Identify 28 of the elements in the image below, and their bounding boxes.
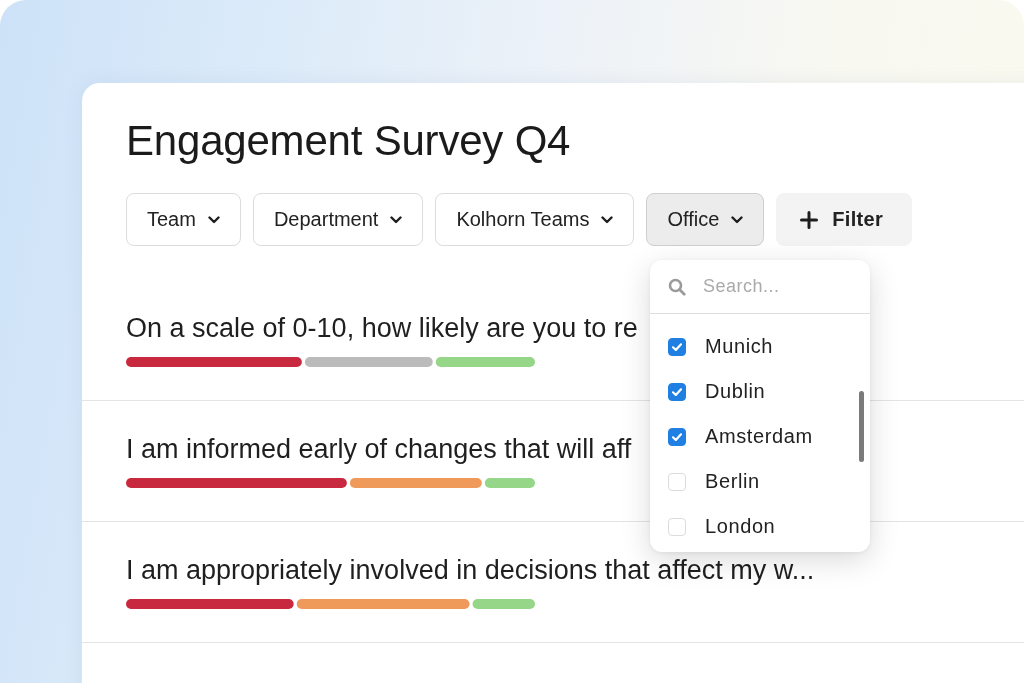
page-title: Engagement Survey Q4 bbox=[126, 117, 571, 165]
search-field[interactable]: Search... bbox=[703, 276, 843, 297]
filter-dropdown-button[interactable]: Kolhorn Teams bbox=[435, 193, 635, 246]
checkbox[interactable] bbox=[668, 382, 686, 401]
office-option[interactable]: Munich bbox=[650, 324, 870, 369]
checkbox[interactable] bbox=[668, 427, 686, 446]
checkmark-icon bbox=[672, 342, 682, 351]
question-text: On a scale of 0-10, how likely are you to re bbox=[126, 313, 638, 343]
chevron-down-icon bbox=[207, 215, 220, 224]
add-filter-button[interactable]: Filter bbox=[776, 193, 913, 246]
chevron-down-icon bbox=[390, 215, 403, 224]
office-option[interactable]: Amsterdam bbox=[650, 414, 870, 459]
plus-icon bbox=[800, 210, 819, 229]
question-text: I am appropriately involved in decisions that affect my w... bbox=[126, 555, 815, 585]
office-option[interactable]: Berlin bbox=[650, 459, 870, 504]
checkmark-icon bbox=[672, 387, 682, 396]
chevron-down-icon bbox=[601, 215, 614, 224]
chevron-down-icon bbox=[731, 215, 744, 224]
filter-dropdown-button[interactable]: Department bbox=[252, 193, 424, 246]
office-option[interactable]: London bbox=[650, 504, 870, 549]
checkmark-icon bbox=[672, 432, 682, 441]
question-text: I am informed early of changes that will aff bbox=[126, 434, 632, 464]
search-icon bbox=[668, 277, 686, 296]
filter-dropdown-button[interactable]: Office bbox=[646, 193, 765, 246]
checkbox[interactable] bbox=[668, 337, 686, 356]
office-option[interactable]: Dublin bbox=[650, 369, 870, 414]
filter-dropdown-button[interactable]: Team bbox=[126, 193, 241, 246]
scrollbar-thumb[interactable] bbox=[859, 391, 864, 462]
